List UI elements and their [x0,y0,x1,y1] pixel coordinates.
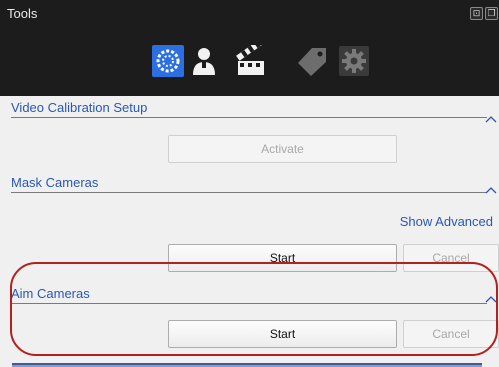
section-title-mask-cameras: Mask Cameras [11,175,99,190]
restore-icon[interactable]: ❐ [485,7,498,20]
title-bar: Tools ⊡ ❐ [0,0,499,28]
pin-icon[interactable]: ⊡ [470,7,483,20]
tool-person[interactable] [188,45,220,77]
tool-tabs [0,28,499,96]
person-icon [193,48,215,75]
tool-settings[interactable] [338,45,370,77]
window-title: Tools [7,6,38,21]
chevron-up-icon[interactable] [485,115,497,123]
activate-button[interactable]: Activate [168,135,397,163]
section-divider [11,192,487,193]
calibration-icon [156,49,180,73]
gear-icon [339,46,369,76]
show-advanced-link[interactable]: Show Advanced [400,214,493,229]
tag-icon [298,48,326,76]
tool-tag[interactable] [297,45,329,77]
chevron-up-icon[interactable] [485,186,497,194]
tool-clapper[interactable] [236,38,268,77]
section-divider [11,117,487,118]
highlight-outline [10,262,498,356]
tool-calibration[interactable] [152,45,184,77]
clapperboard-icon [236,38,265,75]
section-title-video-calibration: Video Calibration Setup [11,100,148,115]
cropped-section-edge [0,357,499,367]
truncated-content [12,363,482,367]
